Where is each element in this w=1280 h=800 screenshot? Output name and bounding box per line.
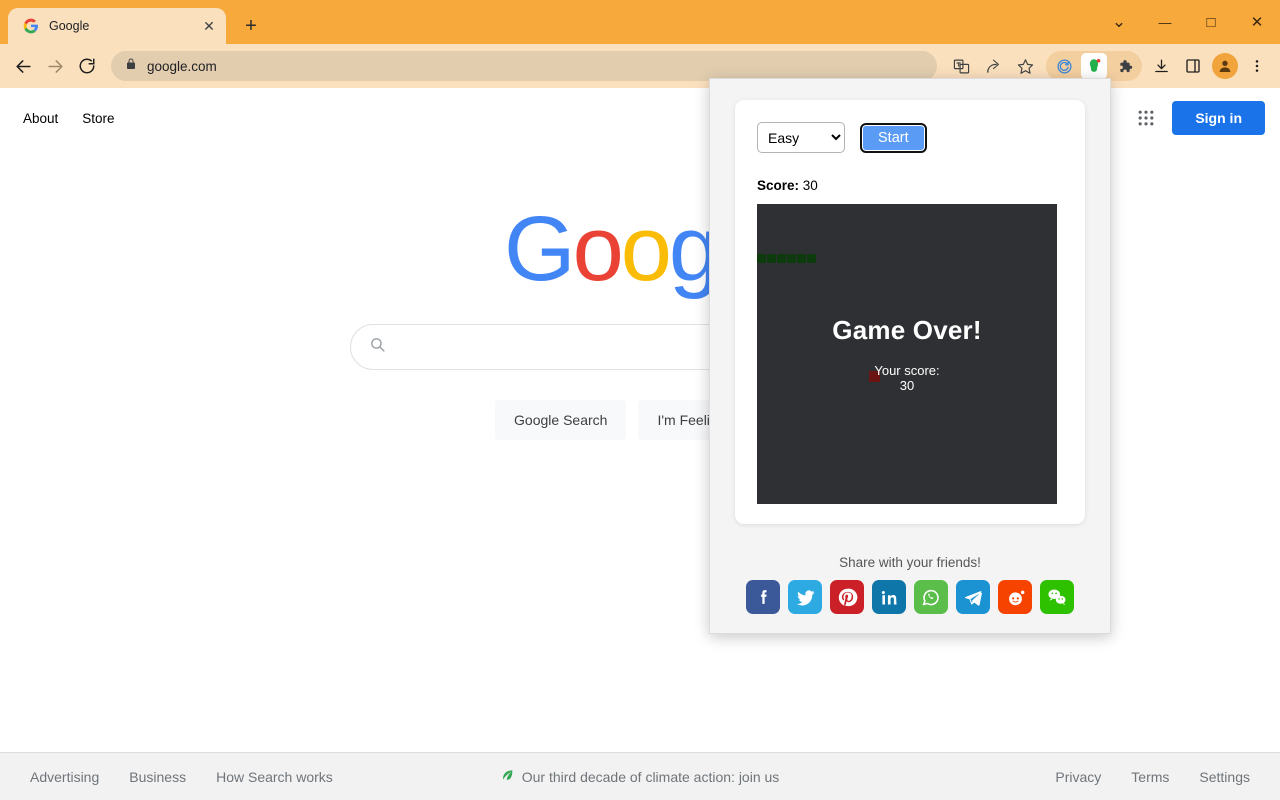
google-nav-left: About Store	[15, 105, 123, 132]
share-icon[interactable]	[978, 51, 1008, 81]
chrome-menu-icon[interactable]	[1242, 51, 1272, 81]
snake-segment	[797, 254, 806, 263]
snake-segment	[777, 254, 786, 263]
downloads-icon[interactable]	[1146, 51, 1176, 81]
facebook-share-icon[interactable]	[746, 580, 780, 614]
snake-segment	[767, 254, 776, 263]
footer-links-right: Privacy Terms Settings	[1055, 769, 1250, 785]
side-panel-icon[interactable]	[1178, 51, 1208, 81]
back-icon[interactable]	[8, 51, 38, 81]
bookmark-star-icon[interactable]	[1010, 51, 1040, 81]
score-value: 30	[802, 178, 818, 193]
game-over-score-label: Your score:	[874, 362, 940, 378]
nav-link-about[interactable]: About	[15, 105, 66, 132]
google-favicon-icon	[22, 18, 39, 35]
snake-segment	[757, 254, 766, 263]
browser-tab-google[interactable]: Google ✕	[8, 8, 226, 44]
address-bar[interactable]: google.com	[111, 51, 937, 81]
footer-link-privacy[interactable]: Privacy	[1055, 769, 1101, 785]
lock-icon	[125, 57, 137, 75]
whatsapp-share-icon[interactable]	[914, 580, 948, 614]
footer-link-terms[interactable]: Terms	[1131, 769, 1169, 785]
google-search-button[interactable]: Google Search	[495, 400, 627, 440]
food-item	[869, 371, 880, 382]
tab-close-icon[interactable]: ✕	[200, 17, 218, 35]
start-button[interactable]: Start	[860, 122, 927, 153]
footer-links-left: Advertising Business How Search works	[30, 769, 333, 785]
forward-icon[interactable]	[40, 51, 70, 81]
game-over-title: Game Over!	[832, 314, 982, 345]
leaf-icon	[501, 768, 515, 785]
reddit-share-icon[interactable]	[998, 580, 1032, 614]
game-over-overlay: Game Over! Your score: 30	[757, 204, 1057, 504]
game-card: EasyMediumHard Start Score: 30 Game Over…	[735, 100, 1085, 524]
footer-link-advertising[interactable]: Advertising	[30, 769, 99, 785]
game-over-subtitle: Your score: 30	[874, 362, 940, 394]
score-display: Score: 30	[757, 178, 1063, 193]
footer-climate-label: Our third decade of climate action: join…	[521, 768, 780, 785]
toolbar-right-icons	[946, 51, 1272, 81]
score-label: Score:	[757, 178, 800, 193]
address-bar-url: google.com	[147, 58, 217, 74]
sign-in-button[interactable]: Sign in	[1172, 101, 1265, 135]
telegram-share-icon[interactable]	[956, 580, 990, 614]
footer-climate-link[interactable]: Our third decade of climate action: join…	[501, 768, 780, 785]
nav-link-store[interactable]: Store	[74, 105, 122, 132]
snake-extension-icon[interactable]	[1081, 53, 1107, 79]
window-controls: ⌄ — □ ✕	[1096, 0, 1280, 44]
refresh-extension-icon[interactable]	[1049, 51, 1079, 81]
snake-segment	[787, 254, 796, 263]
window-chevron-down-icon[interactable]: ⌄	[1096, 0, 1142, 44]
window-close-icon[interactable]: ✕	[1234, 0, 1280, 44]
twitter-share-icon[interactable]	[788, 580, 822, 614]
avatar	[1212, 53, 1238, 79]
linkedin-share-icon[interactable]	[872, 580, 906, 614]
extensions-puzzle-icon[interactable]	[1109, 51, 1139, 81]
google-nav-right: Sign in	[1126, 98, 1265, 138]
google-apps-icon[interactable]	[1126, 98, 1166, 138]
snake-segment	[807, 254, 816, 263]
game-controls: EasyMediumHard Start	[757, 122, 1063, 153]
difficulty-select[interactable]: EasyMediumHard	[757, 122, 845, 153]
search-icon	[369, 336, 386, 358]
share-buttons-row	[746, 580, 1074, 614]
window-maximize-icon[interactable]: □	[1188, 0, 1234, 44]
reload-icon[interactable]	[72, 51, 102, 81]
new-tab-button[interactable]: +	[236, 11, 266, 41]
footer-link-business[interactable]: Business	[129, 769, 186, 785]
game-canvas[interactable]: Game Over! Your score: 30	[757, 204, 1057, 504]
footer-link-how-search-works[interactable]: How Search works	[216, 769, 333, 785]
tab-title: Google	[49, 19, 90, 33]
window-minimize-icon[interactable]: —	[1142, 0, 1188, 44]
profile-avatar-icon[interactable]	[1210, 51, 1240, 81]
browser-titlebar: Google ✕ + ⌄ — □ ✕	[0, 0, 1280, 44]
extension-pill	[1046, 51, 1142, 81]
share-title: Share with your friends!	[839, 555, 981, 570]
pinterest-share-icon[interactable]	[830, 580, 864, 614]
footer-link-settings[interactable]: Settings	[1199, 769, 1250, 785]
snake-extension-popup: EasyMediumHard Start Score: 30 Game Over…	[709, 78, 1111, 634]
wechat-share-icon[interactable]	[1040, 580, 1074, 614]
game-over-score-value: 30	[899, 377, 915, 393]
translate-icon[interactable]	[946, 51, 976, 81]
google-footer: Advertising Business How Search works Ou…	[0, 752, 1280, 800]
